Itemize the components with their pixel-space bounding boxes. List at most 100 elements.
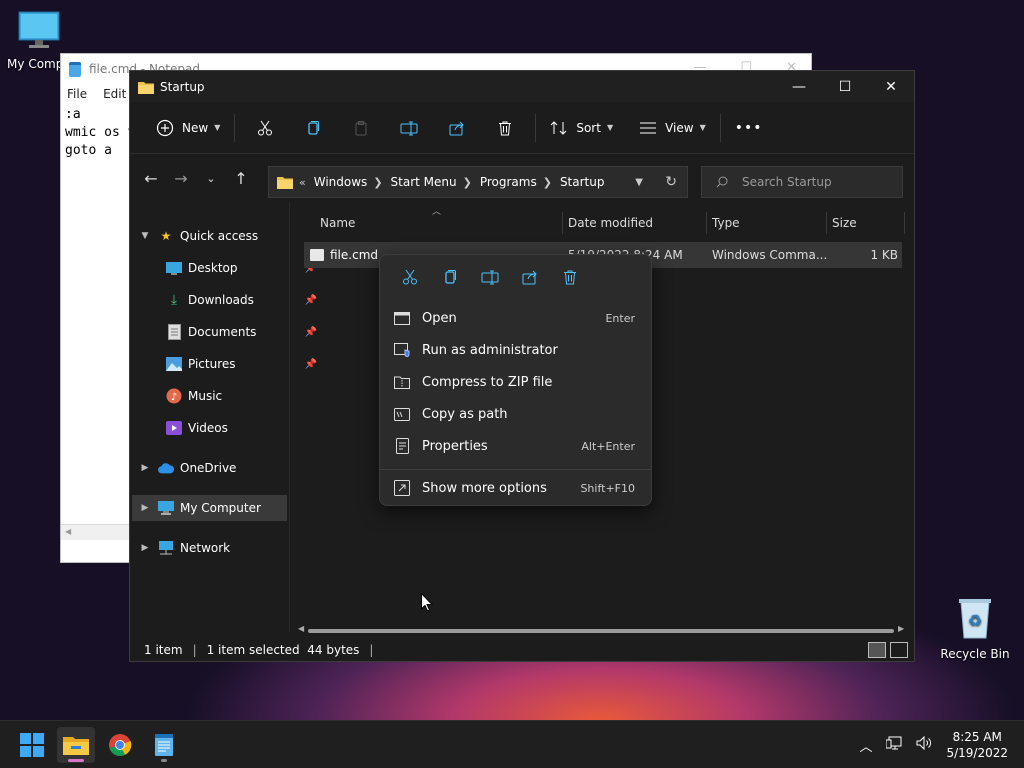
chevron-down-icon[interactable]: ▼ (138, 231, 152, 241)
minimize-button[interactable]: — (776, 71, 822, 102)
command-bar: New ▼ Sort ▼ View ▼ ••• (130, 102, 914, 154)
nav-label: Network (180, 541, 231, 555)
menu-item-show-more-options[interactable]: Show more options Shift+F10 (384, 473, 649, 503)
chevron-up-icon[interactable]: ︿ (859, 736, 872, 755)
copy-icon (308, 120, 320, 135)
chevron-right-icon[interactable]: ❯ (373, 176, 382, 189)
breadcrumb-startup[interactable]: Startup (560, 175, 605, 189)
start-button[interactable] (13, 727, 51, 763)
address-bar[interactable]: « Windows ❯ Start Menu ❯ Programs ❯ Star… (268, 166, 688, 198)
chevron-right-icon[interactable]: ❯ (543, 176, 552, 189)
refresh-icon[interactable]: ↻ (665, 174, 677, 190)
toolbar-divider (719, 113, 721, 142)
column-divider[interactable] (904, 212, 905, 234)
desktop-icon-recycle-bin[interactable]: ♻ Recycle Bin (940, 596, 1010, 661)
cut-icon[interactable] (390, 265, 430, 289)
zip-folder-icon (394, 375, 410, 389)
menu-edit[interactable]: Edit (103, 87, 126, 101)
volume-icon[interactable] (916, 735, 932, 754)
menu-file[interactable]: File (67, 87, 87, 101)
up-arrow-icon[interactable]: ↑ (226, 169, 256, 188)
back-arrow-icon[interactable]: ← (136, 169, 166, 188)
close-button[interactable]: ✕ (868, 71, 914, 102)
column-header-type[interactable]: Type (712, 212, 740, 234)
sort-label: Sort (576, 120, 601, 135)
menu-item-compress-zip[interactable]: Compress to ZIP file (384, 367, 649, 397)
breadcrumb-start-menu[interactable]: Start Menu (391, 175, 457, 189)
file-type: Windows Comma... (712, 248, 828, 262)
recent-locations-icon[interactable]: ⌄ (196, 172, 226, 185)
scrollbar-thumb[interactable] (308, 629, 894, 633)
menu-item-label: Show more options (422, 480, 547, 496)
chevron-down-icon[interactable]: ▼ (635, 177, 643, 188)
nav-onedrive[interactable]: ▶ OneDrive (138, 455, 293, 481)
clipboard-icon (355, 120, 367, 135)
paste-button[interactable] (337, 112, 385, 144)
column-header-date[interactable]: Date modified (568, 212, 653, 234)
see-more-button[interactable]: ••• (727, 112, 771, 144)
picture-icon (166, 356, 182, 372)
status-divider: | (192, 643, 197, 657)
share-button[interactable] (433, 112, 481, 144)
chevron-right-icon[interactable]: ▶ (138, 543, 152, 553)
nav-label: Downloads (188, 293, 254, 307)
windows-logo-icon (20, 733, 44, 757)
column-header-name[interactable]: Name (320, 212, 355, 234)
copy-button[interactable] (289, 112, 337, 144)
share-icon[interactable] (510, 265, 550, 289)
column-divider[interactable] (706, 212, 707, 234)
overflow-chevron-icon[interactable]: « (299, 176, 306, 189)
download-arrow-icon: ⤓ (170, 292, 178, 308)
column-divider[interactable] (562, 212, 563, 234)
menu-item-shortcut: Alt+Enter (581, 439, 635, 453)
column-divider[interactable] (826, 212, 827, 234)
status-bar: 1 item | 1 item selected 44 bytes | (130, 639, 914, 661)
scroll-left-icon[interactable]: ◀ (65, 527, 71, 536)
taskbar-file-explorer[interactable] (57, 727, 95, 763)
menu-item-run-as-admin[interactable]: Run as administrator (384, 335, 649, 365)
view-lines-icon (640, 122, 657, 133)
menu-item-properties[interactable]: Properties Alt+Enter (384, 431, 649, 461)
cloud-icon (158, 460, 174, 476)
scroll-left-icon[interactable]: ◀ (298, 624, 304, 633)
taskbar-notepad[interactable] (145, 727, 183, 763)
clock-time: 8:25 AM (952, 730, 1002, 744)
nav-quick-access[interactable]: ▼ ★ Quick access (138, 223, 293, 249)
nav-label: OneDrive (180, 461, 237, 475)
chevron-right-icon[interactable]: ▶ (138, 463, 152, 473)
rename-icon[interactable] (470, 265, 510, 289)
trash-icon (499, 121, 512, 135)
delete-icon[interactable] (550, 265, 590, 289)
chevron-right-icon[interactable]: ❯ (463, 176, 472, 189)
menu-item-label: Properties (422, 438, 488, 454)
copy-icon[interactable] (430, 265, 470, 289)
computer-icon (158, 500, 174, 516)
nav-network[interactable]: ▶ Network (138, 535, 293, 561)
rename-button[interactable] (385, 112, 433, 144)
horizontal-scrollbar[interactable]: ◀ ▶ (298, 624, 904, 636)
search-input[interactable]: Search Startup (701, 166, 903, 198)
taskbar-chrome[interactable] (101, 727, 139, 763)
breadcrumb-programs[interactable]: Programs (480, 175, 537, 189)
forward-arrow-icon[interactable]: → (166, 169, 196, 188)
new-button[interactable]: New ▼ (148, 112, 228, 144)
nav-label: Quick access (180, 229, 259, 243)
chevron-right-icon[interactable]: ▶ (138, 503, 152, 513)
delete-button[interactable] (481, 112, 529, 144)
explorer-titlebar[interactable]: Startup — ☐ ✕ (130, 71, 914, 102)
breadcrumb-windows[interactable]: Windows (314, 175, 368, 189)
details-view-icon[interactable] (868, 642, 886, 658)
column-header-size[interactable]: Size (832, 212, 857, 234)
network-status-icon[interactable] (885, 736, 902, 754)
menu-item-open[interactable]: Open Enter (384, 303, 649, 333)
menu-item-copy-as-path[interactable]: Copy as path (384, 399, 649, 429)
cut-button[interactable] (241, 112, 289, 144)
clock[interactable]: 8:25 AM 5/19/2022 (946, 729, 1008, 761)
scroll-right-icon[interactable]: ▶ (898, 624, 904, 633)
tiles-view-icon[interactable] (890, 642, 908, 658)
nav-my-computer[interactable]: ▶ My Computer (132, 495, 287, 521)
sort-button[interactable]: Sort ▼ (542, 112, 621, 144)
notepad-horizontal-scrollbar[interactable]: ◀ (61, 524, 131, 540)
maximize-button[interactable]: ☐ (822, 71, 868, 102)
view-button[interactable]: View ▼ (631, 112, 714, 144)
